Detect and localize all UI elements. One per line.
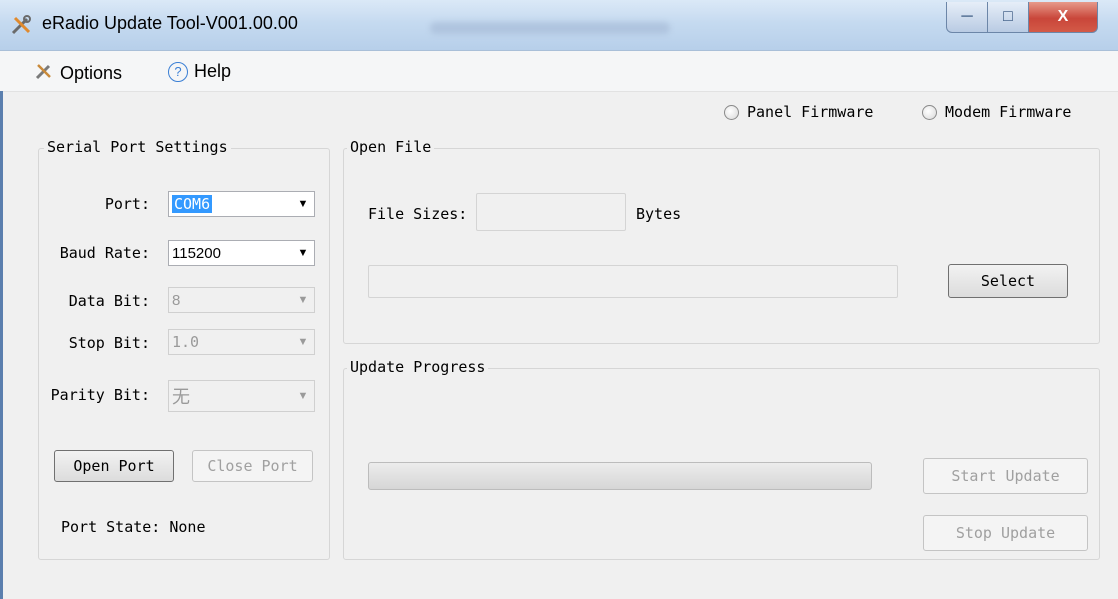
baud-rate-select[interactable]: 115200 ▼ (168, 240, 315, 266)
menu-help-label: Help (194, 61, 232, 81)
baud-rate-value: 115200 (172, 244, 221, 262)
window-left-edge (0, 91, 3, 599)
chevron-down-icon[interactable]: ▼ (292, 247, 314, 259)
open-port-button[interactable]: Open Port (54, 450, 174, 482)
open-file-title: Open File (347, 138, 435, 156)
chevron-down-icon[interactable]: ▼ (292, 198, 314, 210)
menu-options-label: Options (60, 63, 123, 83)
port-label: Port: (104, 195, 150, 213)
parity-bit-value: 无 (172, 387, 190, 407)
radio-modem-firmware[interactable]: Modem Firmware (922, 103, 1071, 121)
chevron-down-icon: ▼ (297, 294, 309, 306)
menu-help[interactable]: ? Help (168, 61, 231, 82)
radio-panel-firmware[interactable]: Panel Firmware (724, 103, 873, 121)
maximize-button[interactable]: □ (987, 2, 1029, 33)
close-button[interactable]: X (1028, 2, 1098, 33)
chevron-down-icon: ▼ (297, 390, 309, 402)
bytes-label: Bytes (636, 205, 682, 223)
baud-rate-label: Baud Rate: (59, 244, 150, 262)
minimize-button[interactable]: ─ (946, 2, 988, 33)
radio-panel-label: Panel Firmware (747, 103, 874, 121)
close-port-button: Close Port (192, 450, 313, 482)
data-bit-label: Data Bit: (68, 292, 150, 310)
radio-circle-icon[interactable] (922, 104, 937, 120)
stop-bit-value: 1.0 (172, 333, 200, 351)
tools-icon (10, 14, 32, 36)
port-state-value: None (169, 518, 206, 536)
tools-icon (34, 61, 54, 86)
port-value: COM6 (172, 195, 213, 213)
open-file-group (343, 148, 1100, 344)
radio-circle-icon[interactable] (724, 104, 739, 120)
parity-bit-select: 无 ▼ (168, 380, 315, 412)
serial-settings-title: Serial Port Settings (44, 138, 231, 156)
file-path-field (368, 265, 898, 298)
update-progress-title: Update Progress (347, 358, 489, 376)
update-progress-bar (368, 462, 872, 490)
parity-bit-label: Parity Bit: (50, 386, 150, 404)
start-update-button: Start Update (923, 458, 1088, 494)
help-icon: ? (168, 61, 188, 82)
radio-modem-label: Modem Firmware (945, 103, 1072, 121)
stop-update-button: Stop Update (923, 515, 1088, 551)
data-bit-select: 8 ▼ (168, 287, 315, 313)
port-state: Port State: None (61, 518, 206, 536)
port-state-label: Port State: (61, 518, 161, 536)
title-blur (430, 22, 670, 34)
title-bar: eRadio Update Tool-V001.00.00 ─ □ X (0, 0, 1118, 51)
menu-bar: Options ? Help (0, 51, 1118, 92)
file-sizes-label: File Sizes: (368, 205, 468, 223)
chevron-down-icon: ▼ (297, 336, 309, 348)
window-title: eRadio Update Tool-V001.00.00 (42, 13, 298, 33)
stop-bit-select: 1.0 ▼ (168, 329, 315, 355)
menu-options[interactable]: Options (34, 61, 122, 86)
port-select[interactable]: COM6 ▼ (168, 191, 315, 217)
stop-bit-label: Stop Bit: (68, 334, 150, 352)
data-bit-value: 8 (172, 291, 181, 309)
file-sizes-field (476, 193, 626, 231)
select-button[interactable]: Select (948, 264, 1068, 298)
